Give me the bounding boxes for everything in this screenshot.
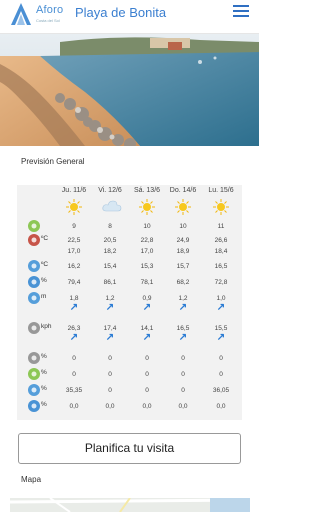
- cloud-cover-icon: [27, 351, 41, 365]
- direction-arrow-icon: ↗: [216, 332, 226, 343]
- unit-label: %: [41, 353, 47, 360]
- beach-photo: [0, 34, 259, 146]
- rain-prob-icon: [27, 367, 41, 381]
- forecast-cell: 15,3: [140, 263, 154, 270]
- day-header: Lu. 15/6: [208, 187, 234, 194]
- forecast-cell: 0: [219, 355, 223, 362]
- occupancy-icon: [27, 383, 41, 397]
- forecast-cell: 0: [72, 355, 76, 362]
- app-header: Aforo Costa del Sol Playa de Bonita: [0, 0, 259, 34]
- thermometer-minmax-icon: [27, 233, 41, 247]
- forecast-cell: 8: [108, 223, 112, 230]
- sun-icon: [139, 199, 155, 220]
- sun-icon: [66, 199, 82, 220]
- forecast-cell: 86,1: [103, 279, 117, 286]
- forecast-cell: 68,2: [176, 279, 190, 286]
- direction-arrow-icon: ↗: [105, 302, 115, 313]
- unit-label: m: [41, 293, 47, 300]
- unit-label: kph: [41, 323, 52, 330]
- forecast-cell: 20,5 18,2: [103, 237, 117, 255]
- humidity-icon: [27, 275, 41, 289]
- forecast-cell: 0: [108, 355, 112, 362]
- sun-icon: [213, 199, 229, 220]
- forecast-cell: 0: [145, 387, 149, 394]
- forecast-section-title: Previsión General: [21, 157, 85, 166]
- day-header: Do. 14/6: [169, 187, 197, 194]
- forecast-cell: 22,8 17,0: [140, 237, 154, 255]
- forecast-cell: 0,0: [178, 403, 188, 410]
- unit-label: %: [41, 385, 47, 392]
- day-header: Vi. 12/6: [98, 187, 122, 194]
- direction-arrow-icon: ↗: [178, 332, 188, 343]
- unit-label: ºC: [41, 235, 49, 242]
- forecast-cell: 36,05: [212, 387, 230, 394]
- direction-arrow-icon: ↗: [216, 302, 226, 313]
- direction-arrow-icon: ↗: [142, 302, 152, 313]
- unit-label: %: [41, 369, 47, 376]
- forecast-cell: 10: [179, 223, 187, 230]
- logo-mark-icon: [11, 3, 31, 25]
- forecast-cell: 16,2: [67, 263, 81, 270]
- direction-arrow-icon: ↗: [178, 302, 188, 313]
- forecast-cell: 0,0: [69, 403, 79, 410]
- day-header: Ju. 11/6: [61, 187, 87, 194]
- logo-subtext: Costa del Sol: [36, 18, 60, 23]
- forecast-cell: 16,5: [214, 263, 228, 270]
- direction-arrow-icon: ↗: [142, 332, 152, 343]
- direction-arrow-icon: ↗: [69, 302, 79, 313]
- sun-icon: [175, 199, 191, 220]
- forecast-cell: 0,0: [142, 403, 152, 410]
- forecast-table: Ju. 11/6 Vi. 12/6 Sá. 13/6 Do. 14/6 Lu. 15/6…: [17, 185, 242, 420]
- forecast-cell: 15,7: [176, 263, 190, 270]
- precipitation-icon: [27, 399, 41, 413]
- aforo-logo[interactable]: Aforo Costa del Sol: [10, 2, 70, 30]
- forecast-cell: 0: [72, 371, 76, 378]
- unit-label: ºC: [41, 261, 49, 268]
- forecast-cell: 0: [145, 355, 149, 362]
- forecast-cell: 15,4: [103, 263, 117, 270]
- forecast-cell: 10: [143, 223, 151, 230]
- forecast-cell: 78,1: [140, 279, 154, 286]
- forecast-cell: 0: [181, 355, 185, 362]
- map-preview[interactable]: [10, 498, 250, 512]
- water-temp-icon: [27, 259, 41, 273]
- cloudy-icon: [102, 199, 122, 218]
- forecast-cell: 79,4: [67, 279, 81, 286]
- forecast-cell: 22,5 17,0: [67, 237, 81, 255]
- forecast-cell: 0: [219, 371, 223, 378]
- forecast-cell: 9: [72, 223, 76, 230]
- forecast-cell: 0,0: [105, 403, 115, 410]
- wind-icon: [27, 321, 41, 335]
- forecast-cell: 11: [217, 223, 225, 230]
- uv-index-icon: [27, 219, 41, 233]
- forecast-cell: 72,8: [214, 279, 228, 286]
- forecast-cell: 26,6 18,4: [214, 237, 228, 255]
- forecast-cell: 0: [181, 387, 185, 394]
- forecast-cell: 0,0: [216, 403, 226, 410]
- map-section-title: Mapa: [21, 475, 42, 484]
- forecast-cell: 0: [108, 387, 112, 394]
- day-header: Sá. 13/6: [133, 187, 161, 194]
- forecast-cell: 0: [181, 371, 185, 378]
- forecast-cell: 24,9 18,9: [176, 237, 190, 255]
- direction-arrow-icon: ↗: [69, 332, 79, 343]
- forecast-cell: 0: [108, 371, 112, 378]
- unit-label: %: [41, 277, 47, 284]
- hamburger-menu-icon[interactable]: [233, 5, 249, 17]
- plan-visit-button[interactable]: Planifica tu visita: [18, 433, 241, 464]
- forecast-cell: 35,35: [65, 387, 83, 394]
- unit-label: %: [41, 401, 47, 408]
- forecast-cell: 0: [145, 371, 149, 378]
- direction-arrow-icon: ↗: [105, 332, 115, 343]
- page-title: Playa de Bonita: [75, 5, 167, 20]
- wave-icon: [27, 291, 41, 305]
- logo-text: Aforo: [36, 4, 64, 16]
